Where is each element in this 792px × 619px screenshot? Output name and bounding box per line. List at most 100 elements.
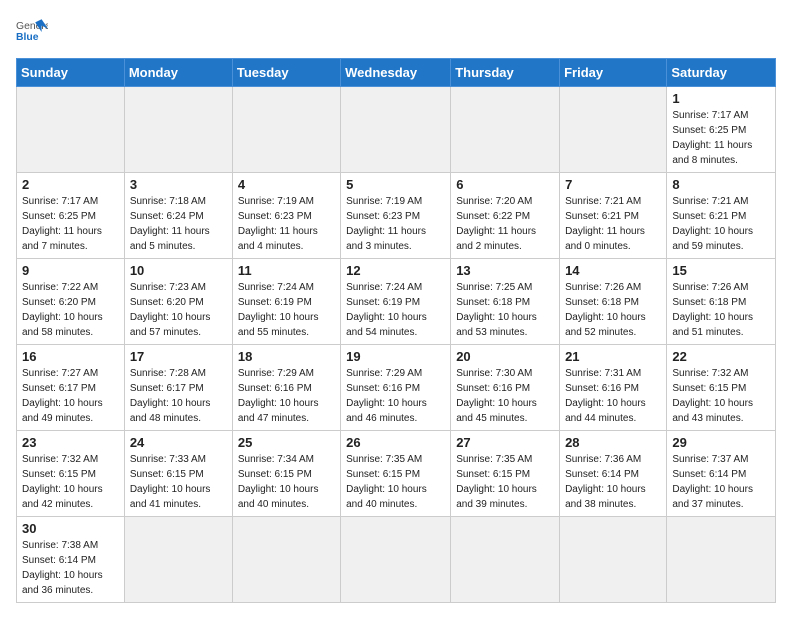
- day-number: 26: [346, 435, 445, 450]
- calendar-cell: 30Sunrise: 7:38 AM Sunset: 6:14 PM Dayli…: [17, 517, 125, 603]
- calendar-cell: 7 Sunrise: 7:21 AM Sunset: 6:21 PM Daylig…: [560, 173, 667, 259]
- weekday-header-thursday: Thursday: [451, 59, 560, 87]
- calendar-cell: 22 Sunrise: 7:32 AM Sunset: 6:15 PM Dayli…: [667, 345, 776, 431]
- calendar-cell: 13 Sunrise: 7:25 AM Sunset: 6:18 PM Dayli…: [451, 259, 560, 345]
- day-info: Sunrise: 7:18 AM Sunset: 6:24 PM Dayligh…: [130, 194, 227, 254]
- day-info: Sunrise: 7:27 AM Sunset: 6:17 PM Dayligh…: [22, 366, 119, 426]
- calendar-cell: [17, 87, 125, 173]
- calendar-cell: 12 Sunrise: 7:24 AM Sunset: 6:19 PM Dayli…: [341, 259, 451, 345]
- calendar-cell: 3 Sunrise: 7:18 AM Sunset: 6:24 PM Daylig…: [124, 173, 232, 259]
- day-number: 8: [672, 177, 770, 192]
- day-number: 6: [456, 177, 554, 192]
- day-info: Sunrise: 7:31 AM Sunset: 6:16 PM Dayligh…: [565, 366, 661, 426]
- day-info: Sunrise: 7:19 AM Sunset: 6:23 PM Dayligh…: [238, 194, 335, 254]
- calendar-cell: [232, 517, 340, 603]
- week-row-1: 1Sunrise: 7:17 AM Sunset: 6:25 PM Daylig…: [17, 87, 776, 173]
- day-number: 7: [565, 177, 661, 192]
- week-row-2: 2 Sunrise: 7:17 AM Sunset: 6:25 PM Daylig…: [17, 173, 776, 259]
- day-info: Sunrise: 7:36 AM Sunset: 6:14 PM Dayligh…: [565, 452, 661, 512]
- svg-text:Blue: Blue: [16, 32, 39, 43]
- weekday-header-tuesday: Tuesday: [232, 59, 340, 87]
- calendar-cell: [341, 517, 451, 603]
- day-info: Sunrise: 7:33 AM Sunset: 6:15 PM Dayligh…: [130, 452, 227, 512]
- calendar-cell: 19Sunrise: 7:29 AM Sunset: 6:16 PM Dayli…: [341, 345, 451, 431]
- calendar-cell: 23 Sunrise: 7:32 AM Sunset: 6:15 PM Dayli…: [17, 431, 125, 517]
- day-info: Sunrise: 7:35 AM Sunset: 6:15 PM Dayligh…: [456, 452, 554, 512]
- calendar-cell: 9Sunrise: 7:22 AM Sunset: 6:20 PM Daylig…: [17, 259, 125, 345]
- day-number: 28: [565, 435, 661, 450]
- calendar-cell: [451, 517, 560, 603]
- calendar-cell: 17 Sunrise: 7:28 AM Sunset: 6:17 PM Dayli…: [124, 345, 232, 431]
- day-number: 12: [346, 263, 445, 278]
- day-info: Sunrise: 7:30 AM Sunset: 6:16 PM Dayligh…: [456, 366, 554, 426]
- calendar-cell: [667, 517, 776, 603]
- day-number: 10: [130, 263, 227, 278]
- day-info: Sunrise: 7:25 AM Sunset: 6:18 PM Dayligh…: [456, 280, 554, 340]
- day-info: Sunrise: 7:21 AM Sunset: 6:21 PM Dayligh…: [672, 194, 770, 254]
- day-number: 11: [238, 263, 335, 278]
- day-number: 16: [22, 349, 119, 364]
- calendar-cell: 16 Sunrise: 7:27 AM Sunset: 6:17 PM Dayli…: [17, 345, 125, 431]
- day-info: Sunrise: 7:21 AM Sunset: 6:21 PM Dayligh…: [565, 194, 661, 254]
- weekday-header-monday: Monday: [124, 59, 232, 87]
- calendar-cell: [124, 517, 232, 603]
- day-number: 22: [672, 349, 770, 364]
- day-number: 30: [22, 521, 119, 536]
- calendar-cell: 26Sunrise: 7:35 AM Sunset: 6:15 PM Dayli…: [341, 431, 451, 517]
- weekday-header-row: SundayMondayTuesdayWednesdayThursdayFrid…: [17, 59, 776, 87]
- weekday-header-sunday: Sunday: [17, 59, 125, 87]
- day-info: Sunrise: 7:26 AM Sunset: 6:18 PM Dayligh…: [565, 280, 661, 340]
- calendar-cell: 8 Sunrise: 7:21 AM Sunset: 6:21 PM Daylig…: [667, 173, 776, 259]
- day-info: Sunrise: 7:32 AM Sunset: 6:15 PM Dayligh…: [672, 366, 770, 426]
- calendar-cell: 2 Sunrise: 7:17 AM Sunset: 6:25 PM Daylig…: [17, 173, 125, 259]
- calendar-cell: 5Sunrise: 7:19 AM Sunset: 6:23 PM Daylig…: [341, 173, 451, 259]
- day-info: Sunrise: 7:34 AM Sunset: 6:15 PM Dayligh…: [238, 452, 335, 512]
- day-info: Sunrise: 7:23 AM Sunset: 6:20 PM Dayligh…: [130, 280, 227, 340]
- day-number: 5: [346, 177, 445, 192]
- calendar-cell: 24 Sunrise: 7:33 AM Sunset: 6:15 PM Dayli…: [124, 431, 232, 517]
- calendar-cell: [560, 87, 667, 173]
- day-number: 13: [456, 263, 554, 278]
- day-info: Sunrise: 7:20 AM Sunset: 6:22 PM Dayligh…: [456, 194, 554, 254]
- day-info: Sunrise: 7:24 AM Sunset: 6:19 PM Dayligh…: [238, 280, 335, 340]
- day-info: Sunrise: 7:22 AM Sunset: 6:20 PM Dayligh…: [22, 280, 119, 340]
- calendar-cell: 18Sunrise: 7:29 AM Sunset: 6:16 PM Dayli…: [232, 345, 340, 431]
- day-number: 2: [22, 177, 119, 192]
- logo: GeneralBlue: [16, 16, 48, 48]
- day-info: Sunrise: 7:37 AM Sunset: 6:14 PM Dayligh…: [672, 452, 770, 512]
- day-number: 20: [456, 349, 554, 364]
- day-number: 27: [456, 435, 554, 450]
- calendar-cell: 25 Sunrise: 7:34 AM Sunset: 6:15 PM Dayli…: [232, 431, 340, 517]
- week-row-4: 16 Sunrise: 7:27 AM Sunset: 6:17 PM Dayli…: [17, 345, 776, 431]
- calendar-cell: 10 Sunrise: 7:23 AM Sunset: 6:20 PM Dayli…: [124, 259, 232, 345]
- calendar-table: SundayMondayTuesdayWednesdayThursdayFrid…: [16, 58, 776, 603]
- day-info: Sunrise: 7:28 AM Sunset: 6:17 PM Dayligh…: [130, 366, 227, 426]
- week-row-6: 30Sunrise: 7:38 AM Sunset: 6:14 PM Dayli…: [17, 517, 776, 603]
- day-number: 19: [346, 349, 445, 364]
- calendar-cell: 20 Sunrise: 7:30 AM Sunset: 6:16 PM Dayli…: [451, 345, 560, 431]
- day-number: 14: [565, 263, 661, 278]
- day-number: 25: [238, 435, 335, 450]
- day-number: 17: [130, 349, 227, 364]
- calendar-cell: 28 Sunrise: 7:36 AM Sunset: 6:14 PM Dayli…: [560, 431, 667, 517]
- day-info: Sunrise: 7:24 AM Sunset: 6:19 PM Dayligh…: [346, 280, 445, 340]
- day-info: Sunrise: 7:26 AM Sunset: 6:18 PM Dayligh…: [672, 280, 770, 340]
- calendar-cell: [124, 87, 232, 173]
- day-number: 1: [672, 91, 770, 106]
- calendar-cell: 14 Sunrise: 7:26 AM Sunset: 6:18 PM Dayli…: [560, 259, 667, 345]
- calendar-cell: 4Sunrise: 7:19 AM Sunset: 6:23 PM Daylig…: [232, 173, 340, 259]
- week-row-3: 9Sunrise: 7:22 AM Sunset: 6:20 PM Daylig…: [17, 259, 776, 345]
- day-info: Sunrise: 7:32 AM Sunset: 6:15 PM Dayligh…: [22, 452, 119, 512]
- calendar-cell: 1Sunrise: 7:17 AM Sunset: 6:25 PM Daylig…: [667, 87, 776, 173]
- day-number: 24: [130, 435, 227, 450]
- day-info: Sunrise: 7:17 AM Sunset: 6:25 PM Dayligh…: [22, 194, 119, 254]
- day-number: 3: [130, 177, 227, 192]
- day-number: 21: [565, 349, 661, 364]
- calendar-cell: 6 Sunrise: 7:20 AM Sunset: 6:22 PM Daylig…: [451, 173, 560, 259]
- calendar-cell: 27 Sunrise: 7:35 AM Sunset: 6:15 PM Dayli…: [451, 431, 560, 517]
- page-header: GeneralBlue: [16, 16, 776, 48]
- day-number: 18: [238, 349, 335, 364]
- calendar-cell: 29Sunrise: 7:37 AM Sunset: 6:14 PM Dayli…: [667, 431, 776, 517]
- calendar-cell: [232, 87, 340, 173]
- day-number: 23: [22, 435, 119, 450]
